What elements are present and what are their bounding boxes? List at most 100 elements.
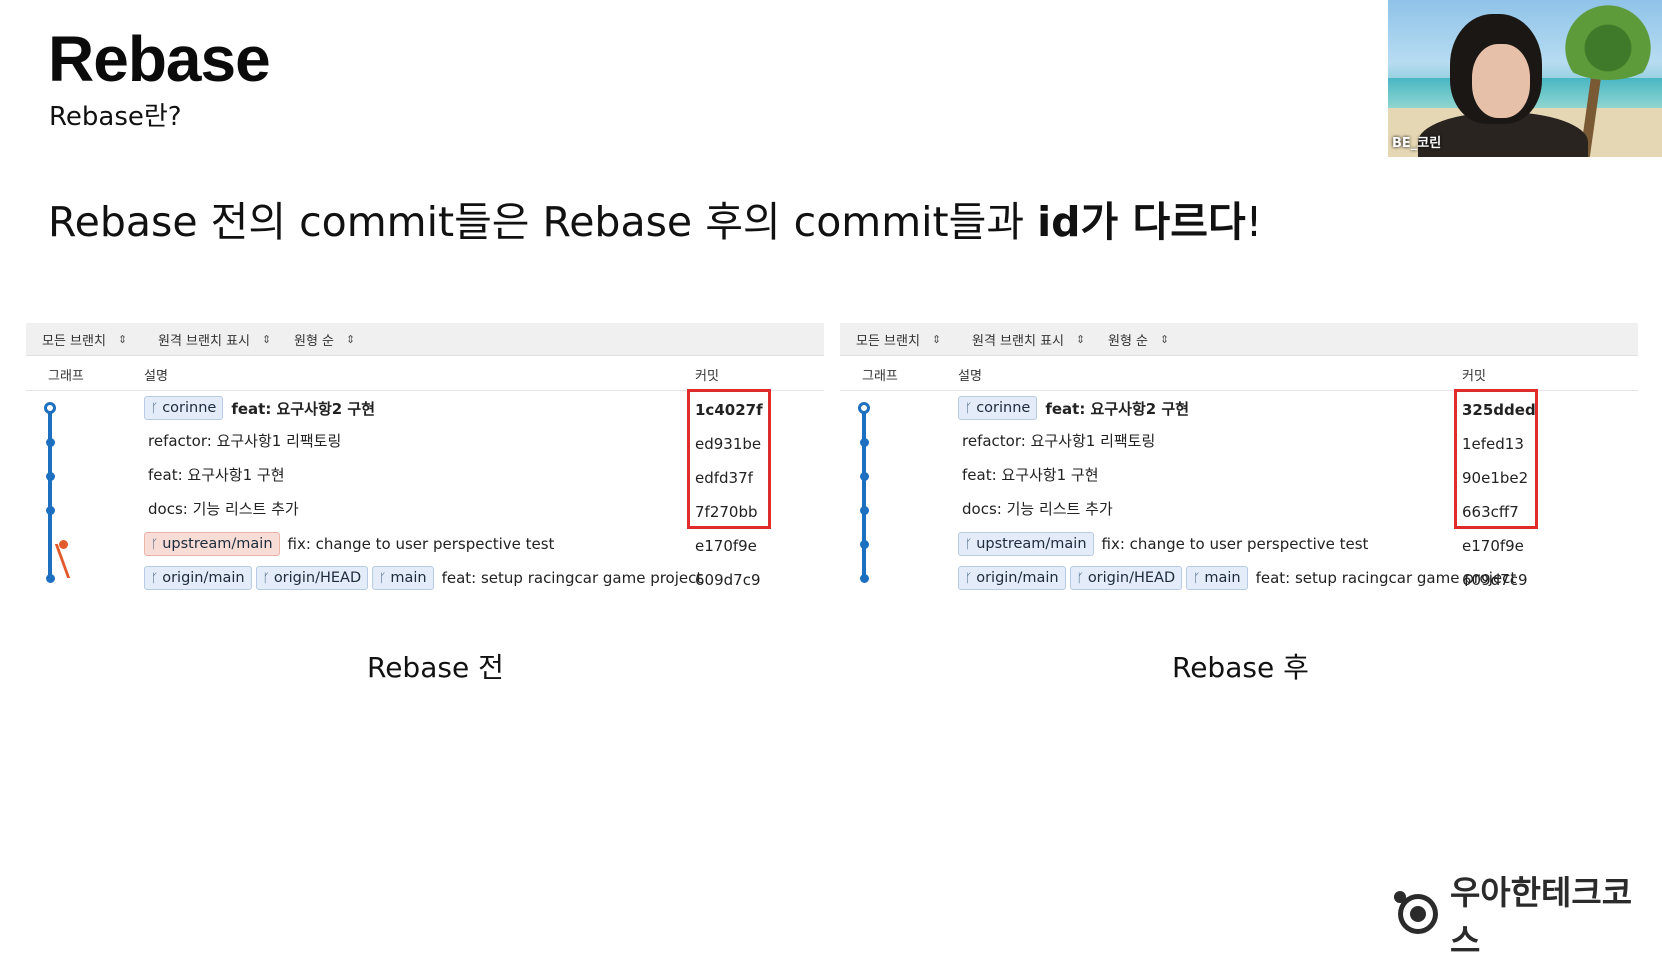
commit-list: ᚴ corinne feat: 요구사항2 구현 1c4027f refactor: 요… xyxy=(26,389,824,595)
graph-node xyxy=(859,471,869,481)
branch-ref-chip[interactable]: ᚴ corinne xyxy=(958,396,1038,420)
commit-description: feat: 요구사항1 구현 xyxy=(958,464,1099,485)
commit-message: refactor: 요구사항1 리팩토링 xyxy=(148,432,342,450)
log-toolbar: 모든 브랜치 ⇕ 원격 브랜치 표시 ⇕ 원형 순 ⇕ xyxy=(840,323,1638,356)
slide-title: Rebase xyxy=(48,23,271,95)
column-header-graph[interactable]: 그래프 xyxy=(862,365,898,384)
commit-row[interactable]: ᚴ upstream/main fix: change to user perspe… xyxy=(840,527,1638,561)
branch-ref-label: main xyxy=(1204,570,1241,586)
commit-row[interactable]: ᚴ origin/main ᚴ origin/HEAD ᚴ main feat: setup… xyxy=(840,561,1638,595)
remote-branch-dropdown-label: 원격 브랜치 표시 xyxy=(158,333,250,349)
graph-node xyxy=(45,573,55,583)
branch-ref-chip[interactable]: ᚴ origin/HEAD xyxy=(1069,566,1183,590)
branch-ref-chip[interactable]: ᚴ main xyxy=(372,566,434,590)
branch-filter-dropdown[interactable]: 모든 브랜치 ⇕ xyxy=(42,330,142,349)
column-header-description[interactable]: 설명 xyxy=(144,365,168,384)
branch-filter-dropdown[interactable]: 모든 브랜치 ⇕ xyxy=(856,330,956,349)
column-header-commit[interactable]: 커밋 xyxy=(695,365,719,384)
log-toolbar: 모든 브랜치 ⇕ 원격 브랜치 표시 ⇕ 원형 순 ⇕ xyxy=(26,323,824,356)
commit-message: feat: 요구사항2 구현 xyxy=(231,399,376,418)
palm-leaves xyxy=(1548,0,1662,80)
participant-name: BE_코린 xyxy=(1392,136,1442,151)
commit-description: refactor: 요구사항1 리팩토링 xyxy=(144,430,341,451)
updown-chevron-icon: ⇕ xyxy=(931,332,942,346)
branch-filter-dropdown-label: 모든 브랜치 xyxy=(42,333,106,349)
commit-row[interactable]: ᚴ upstream/main fix: change to user perspe… xyxy=(26,527,824,561)
branch-ref-label: origin/HEAD xyxy=(273,570,362,586)
branch-ref-label: upstream/main xyxy=(976,536,1087,552)
branch-icon: ᚴ xyxy=(151,571,159,585)
graph-node xyxy=(859,437,869,447)
branch-ref-label: upstream/main xyxy=(162,536,273,552)
branch-ref-label: corinne xyxy=(162,400,217,416)
commit-description: ᚴ origin/main ᚴ origin/HEAD ᚴ main feat: setup… xyxy=(958,566,1516,590)
participant-face xyxy=(1472,44,1530,118)
commit-hash: 609d7c9 xyxy=(695,571,761,589)
branch-ref-label: corinne xyxy=(976,400,1031,416)
remote-branch-dropdown[interactable]: 원격 브랜치 표시 ⇕ xyxy=(158,330,278,349)
branch-ref-label: origin/HEAD xyxy=(1087,570,1176,586)
graph-head-node xyxy=(858,402,870,414)
remote-branch-dropdown[interactable]: 원격 브랜치 표시 ⇕ xyxy=(972,330,1092,349)
logo-mark-icon xyxy=(1394,891,1438,934)
commit-description: refactor: 요구사항1 리팩토링 xyxy=(958,430,1155,451)
branch-icon: ᚴ xyxy=(151,401,159,415)
branch-icon: ᚴ xyxy=(965,537,973,551)
commit-message: refactor: 요구사항1 리팩토링 xyxy=(962,432,1156,450)
graph-node xyxy=(859,573,869,583)
branch-icon: ᚴ xyxy=(151,537,159,551)
woowa-techcourse-logo: 우아한테크코스 xyxy=(1394,866,1662,962)
graph-node xyxy=(45,505,55,515)
updown-chevron-icon: ⇕ xyxy=(262,332,272,346)
branch-icon: ᚴ xyxy=(262,571,270,585)
commit-message: feat: 요구사항2 구현 xyxy=(1045,399,1190,418)
commit-row[interactable]: ᚴ origin/main ᚴ origin/HEAD ᚴ main feat: setup… xyxy=(26,561,824,595)
branch-ref-chip[interactable]: ᚴ upstream/main xyxy=(144,532,280,556)
commit-message: feat: 요구사항1 구현 xyxy=(962,466,1099,484)
headline-text: Rebase 전의 commit들은 Rebase 후의 commit들과 xyxy=(48,198,1038,246)
headline-suffix: ! xyxy=(1245,198,1263,246)
branch-filter-dropdown-label: 모든 브랜치 xyxy=(856,333,920,349)
order-dropdown[interactable]: 원형 순 ⇕ xyxy=(294,330,404,349)
branch-icon: ᚴ xyxy=(1076,571,1084,585)
branch-ref-chip[interactable]: ᚴ corinne xyxy=(144,396,224,420)
commit-hash: e170f9e xyxy=(1462,537,1524,555)
headline-emphasis: id가 다르다 xyxy=(1037,198,1246,246)
commit-hash: e170f9e xyxy=(695,537,757,555)
slide-headline: Rebase 전의 commit들은 Rebase 후의 commit들과 id… xyxy=(48,188,1262,248)
graph-node xyxy=(859,505,869,515)
commit-description: ᚴ corinne feat: 요구사항2 구현 xyxy=(958,396,1189,420)
commit-description: ᚴ corinne feat: 요구사항2 구현 xyxy=(144,396,375,420)
caption-before: Rebase 전 xyxy=(367,651,504,684)
slide-subtitle: Rebase란? xyxy=(49,102,182,132)
commit-list: ᚴ corinne feat: 요구사항2 구현 325dded refactor: 요… xyxy=(840,389,1638,595)
logo-text: 우아한테크코스 xyxy=(1449,873,1633,960)
branch-ref-chip[interactable]: ᚴ main xyxy=(1186,566,1248,590)
branch-ref-chip[interactable]: ᚴ origin/main xyxy=(144,566,252,590)
order-dropdown-label: 원형 순 xyxy=(1108,333,1149,349)
commit-message: fix: change to user perspective test xyxy=(1101,535,1369,553)
column-header-commit[interactable]: 커밋 xyxy=(1462,365,1486,384)
branch-ref-chip[interactable]: ᚴ origin/main xyxy=(958,566,1066,590)
branch-icon: ᚴ xyxy=(1193,571,1201,585)
updown-chevron-icon: ⇕ xyxy=(1076,332,1086,346)
branch-ref-label: origin/main xyxy=(162,570,245,586)
participant-video[interactable]: BE_코린 xyxy=(1388,0,1662,157)
order-dropdown[interactable]: 원형 순 ⇕ xyxy=(1108,330,1218,349)
commit-message: docs: 기능 리스트 추가 xyxy=(148,500,299,518)
column-header-graph[interactable]: 그래프 xyxy=(48,365,84,384)
column-header-description[interactable]: 설명 xyxy=(958,365,982,384)
order-dropdown-label: 원형 순 xyxy=(294,333,335,349)
changed-hash-highlight xyxy=(687,389,771,529)
commit-description: feat: 요구사항1 구현 xyxy=(144,464,285,485)
git-log-panel-before: 모든 브랜치 ⇕ 원격 브랜치 표시 ⇕ 원형 순 ⇕ 그래프 설명 커밋 ᚴ corinne fea… xyxy=(26,323,824,598)
column-headers: 그래프 설명 커밋 xyxy=(840,356,1638,391)
branch-ref-chip[interactable]: ᚴ upstream/main xyxy=(958,532,1094,556)
updown-chevron-icon: ⇕ xyxy=(117,332,128,346)
branch-ref-chip[interactable]: ᚴ origin/HEAD xyxy=(255,566,369,590)
graph-head-node xyxy=(44,402,56,414)
commit-message: feat: 요구사항1 구현 xyxy=(148,466,285,484)
commit-description: docs: 기능 리스트 추가 xyxy=(958,498,1113,519)
changed-hash-highlight xyxy=(1454,389,1538,529)
commit-message: fix: change to user perspective test xyxy=(287,535,555,553)
